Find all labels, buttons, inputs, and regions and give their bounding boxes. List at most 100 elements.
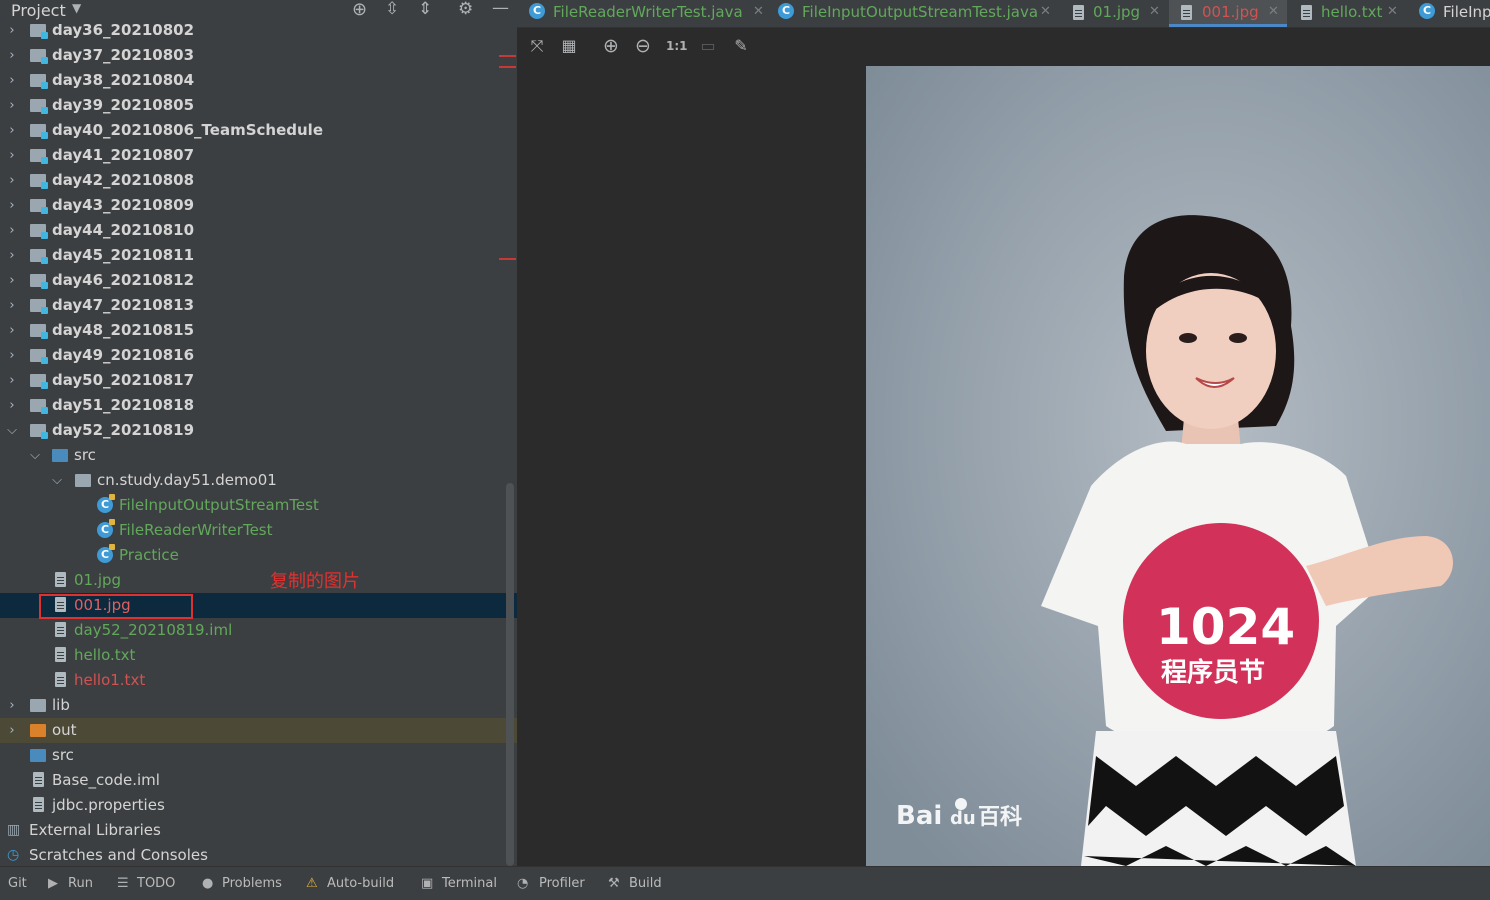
chevron-right-icon[interactable]: › — [5, 168, 19, 193]
tree-file-jdbc-properties[interactable]: jdbc.properties — [0, 793, 517, 818]
gear-icon[interactable]: ⚙ — [458, 0, 473, 19]
folder-label: day52_20210819 — [52, 421, 195, 439]
folder-label: src — [52, 746, 74, 764]
project-view-selector[interactable]: Project — [11, 1, 66, 20]
tree-class-fileinputoutputstreamtest[interactable]: C FileInputOutputStreamTest — [0, 493, 517, 518]
tree-folder-day43_20210809[interactable]: › day43_20210809 — [0, 193, 517, 218]
project-panel: › day36_20210802 › day37_20210803 › day38_202… — [0, 0, 517, 866]
todo-icon: ☰ — [117, 876, 129, 891]
zoom-in-icon[interactable]: ⊕ — [601, 36, 621, 56]
problems-tool-button[interactable]: Problems — [222, 876, 282, 891]
tree-folder-day44_20210810[interactable]: › day44_20210810 — [0, 218, 517, 243]
chevron-right-icon[interactable]: › — [5, 68, 19, 93]
close-icon[interactable]: ✕ — [753, 0, 764, 24]
tree-file-base-iml[interactable]: Base_code.iml — [0, 768, 517, 793]
tree-file-iml[interactable]: day52_20210819.iml — [0, 618, 517, 643]
chevron-down-icon[interactable]: ⌵ — [50, 468, 64, 493]
git-tool-button[interactable]: Git — [8, 876, 27, 891]
chevron-right-icon[interactable]: › — [5, 293, 19, 318]
tab-hello-txt[interactable]: hello.txt ✕ — [1293, 0, 1413, 27]
chevron-right-icon[interactable]: › — [5, 343, 19, 368]
tree-folder-day45_20210811[interactable]: › day45_20210811 — [0, 243, 517, 268]
chevron-down-icon[interactable]: ⌵ — [28, 443, 42, 468]
properties-file-icon — [33, 797, 44, 812]
chevron-right-icon[interactable]: › — [5, 218, 19, 243]
tab-01-jpg[interactable]: 01.jpg ✕ — [1069, 0, 1169, 27]
run-tool-button[interactable]: Run — [68, 876, 93, 891]
close-icon[interactable]: ✕ — [1149, 0, 1160, 24]
grid-icon[interactable]: ▦ — [559, 36, 579, 56]
folder-icon — [30, 224, 48, 239]
tree-folder-day39_20210805[interactable]: › day39_20210805 — [0, 93, 517, 118]
folder-label: day38_20210804 — [52, 71, 195, 89]
tab-filereaderwritertest[interactable]: C FileReaderWriterTest.java ✕ — [525, 0, 765, 27]
todo-tool-button[interactable]: TODO — [137, 876, 175, 891]
close-icon[interactable]: ✕ — [1268, 0, 1279, 24]
tree-folder-day49_20210816[interactable]: › day49_20210816 — [0, 343, 517, 368]
image-file-icon — [55, 572, 66, 587]
expand-all-icon[interactable]: ⇳ — [385, 0, 399, 19]
close-icon[interactable]: ✕ — [1040, 0, 1051, 24]
tree-file-01-jpg[interactable]: 01.jpg — [0, 568, 517, 593]
zoom-out-icon[interactable]: ⊖ — [633, 36, 653, 56]
tree-folder-root-src[interactable]: src — [0, 743, 517, 768]
folder-icon — [30, 174, 48, 189]
tree-folder-lib[interactable]: › lib — [0, 693, 517, 718]
tree-file-hello1-txt[interactable]: hello1.txt — [0, 668, 517, 693]
collapse-all-icon[interactable]: ⇕ — [418, 0, 432, 19]
chevron-right-icon[interactable]: › — [5, 393, 19, 418]
chevron-down-icon[interactable]: ⌵ — [5, 418, 19, 443]
tree-folder-day40_20210806_teamschedule[interactable]: › day40_20210806_TeamSchedule — [0, 118, 517, 143]
tree-folder-src[interactable]: ⌵ src — [0, 443, 517, 468]
folder-icon — [30, 249, 48, 264]
autobuild-tool-button[interactable]: Auto-build — [327, 876, 394, 891]
chevron-right-icon[interactable]: › — [5, 268, 19, 293]
chevron-right-icon[interactable]: › — [5, 243, 19, 268]
tree-class-practice[interactable]: C Practice — [0, 543, 517, 568]
tree-folder-day42_20210808[interactable]: › day42_20210808 — [0, 168, 517, 193]
tab-fileinputoutputstreamtest[interactable]: C FileInputOutputStreamTest.java ✕ — [774, 0, 1056, 27]
chevron-right-icon[interactable]: › — [5, 93, 19, 118]
hide-icon[interactable]: — — [492, 0, 509, 18]
chevron-right-icon[interactable]: › — [5, 118, 19, 143]
tree-external-libraries[interactable]: ▥ External Libraries — [0, 818, 517, 843]
tree-folder-day38_20210804[interactable]: › day38_20210804 — [0, 68, 517, 93]
chevron-right-icon[interactable]: › — [5, 318, 19, 343]
project-header: Project ▼ ⊕ ⇳ ⇕ ⚙ — — [0, 0, 517, 24]
chevron-right-icon[interactable]: › — [5, 193, 19, 218]
chevron-right-icon[interactable]: › — [5, 43, 19, 68]
tree-folder-day46_20210812[interactable]: › day46_20210812 — [0, 268, 517, 293]
chevron-down-icon[interactable]: ▼ — [72, 1, 81, 15]
actual-size-button[interactable]: 1:1 — [666, 36, 688, 56]
color-picker-icon[interactable]: ✎ — [731, 36, 751, 56]
tree-file-hello-txt[interactable]: hello.txt — [0, 643, 517, 668]
tree-scratches-consoles[interactable]: ◷ Scratches and Consoles — [0, 843, 517, 866]
tree-class-filereaderwritertest[interactable]: C FileReaderWriterTest — [0, 518, 517, 543]
tree-folder-day51_20210818[interactable]: › day51_20210818 — [0, 393, 517, 418]
chevron-right-icon[interactable]: › — [5, 693, 19, 718]
background-toggle-icon[interactable]: ▭ — [698, 36, 718, 56]
tree-folder-out[interactable]: › out — [0, 718, 517, 743]
fit-zoom-icon[interactable]: ⤧ — [527, 36, 547, 56]
close-icon[interactable]: ✕ — [1387, 0, 1398, 24]
locate-icon[interactable]: ⊕ — [352, 0, 367, 20]
tree-folder-day50_20210817[interactable]: › day50_20210817 — [0, 368, 517, 393]
tree-folder-day41_20210807[interactable]: › day41_20210807 — [0, 143, 517, 168]
tree-package[interactable]: ⌵ cn.study.day51.demo01 — [0, 468, 517, 493]
chevron-right-icon[interactable]: › — [5, 143, 19, 168]
profiler-tool-button[interactable]: Profiler — [539, 876, 585, 891]
tab-fileinp[interactable]: C FileInp — [1415, 0, 1490, 27]
tree-folder-day48_20210815[interactable]: › day48_20210815 — [0, 318, 517, 343]
scratches-icon: ◷ — [7, 847, 20, 863]
tree-folder-day52_20210819[interactable]: ⌵ day52_20210819 — [0, 418, 517, 443]
build-tool-button[interactable]: Build — [629, 876, 662, 891]
tab-001-jpg[interactable]: 001.jpg ✕ — [1169, 0, 1287, 27]
library-icon: ▥ — [7, 822, 21, 838]
chevron-right-icon[interactable]: › — [5, 368, 19, 393]
tree-folder-day37_20210803[interactable]: › day37_20210803 — [0, 43, 517, 68]
tree-folder-day47_20210813[interactable]: › day47_20210813 — [0, 293, 517, 318]
chevron-right-icon[interactable]: › — [5, 718, 19, 743]
folder-label: day41_20210807 — [52, 146, 195, 164]
tree-scrollbar[interactable] — [506, 483, 514, 866]
terminal-tool-button[interactable]: Terminal — [442, 876, 497, 891]
